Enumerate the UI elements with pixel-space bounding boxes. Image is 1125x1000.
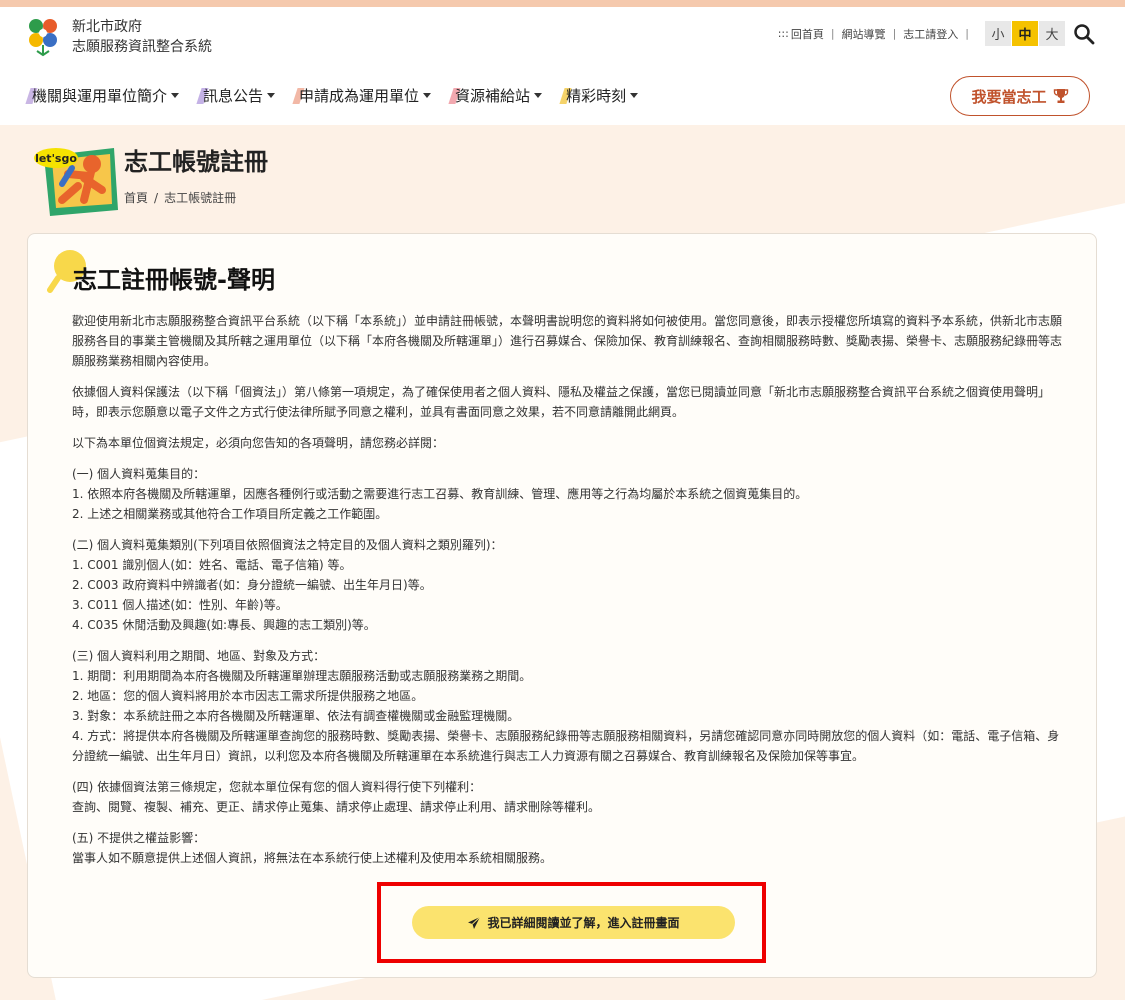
- site-logo[interactable]: 新北市政府 志願服務資訊整合系統: [26, 17, 212, 57]
- caret-down-icon: [171, 93, 180, 98]
- section-usage: (三) 個人資料利用之期間、地區、對象及方式： 1. 期間：利用期間為本府各機關…: [72, 646, 1062, 766]
- page-title: 志工帳號註冊: [124, 148, 268, 176]
- section-heading: (一) 個人資料蒐集目的：: [72, 467, 206, 481]
- breadcrumb-current: 志工帳號註冊: [164, 191, 237, 205]
- breadcrumb-home-link[interactable]: 首頁: [124, 191, 148, 205]
- become-volunteer-button[interactable]: 我要當志工: [950, 76, 1090, 116]
- nav-item-highlights[interactable]: 精彩時刻: [562, 85, 639, 106]
- font-size-medium-button[interactable]: 中: [1012, 21, 1038, 46]
- section-line: 2. C003 政府資料中辨識者(如：身分證統一編號、出生年月日)等。: [72, 578, 432, 592]
- caret-down-icon: [534, 93, 543, 98]
- section-line: 1. 期間：利用期間為本府各機關及所轄運單辦理志願服務活動或志願服務業務之期間。: [72, 669, 532, 683]
- logo-system-name: 志願服務資訊整合系統: [72, 39, 212, 55]
- page-header: let'sgo 志工帳號註冊 首頁 / 志工帳號註冊: [32, 138, 268, 218]
- section-categories: (二) 個人資料蒐集類別(下列項目依照個資法之特定目的及個人資料之類別羅列)： …: [72, 535, 1062, 635]
- lets-go-logo: let'sgo: [34, 148, 118, 216]
- main-nav: 機關與運用單位簡介 訊息公告 申請成為運用單位 資源補給站 精彩時刻: [28, 85, 658, 106]
- section-impact: (五) 不提供之權益影響： 當事人如不願意提供上述個人資訊，將無法在本系統行使上…: [72, 828, 1062, 868]
- section-heading: (二) 個人資料蒐集類別(下列項目依照個資法之特定目的及個人資料之類別羅列)：: [72, 538, 503, 552]
- paper-plane-icon: [468, 916, 481, 929]
- section-line: 4. C035 休閒活動及興趣(如:專長、興趣的志工類別)等。: [72, 618, 376, 632]
- section-heading: (五) 不提供之權益影響：: [72, 831, 206, 845]
- utility-links: ::: 回首頁 | 網站導覽 | 志工請登入 | 小 中 大: [778, 21, 1095, 46]
- nav-item-agency-intro[interactable]: 機關與運用單位簡介: [28, 85, 180, 106]
- section-heading: (三) 個人資料利用之期間、地區、對象及方式：: [72, 649, 326, 663]
- breadcrumb: 首頁 / 志工帳號註冊: [124, 191, 237, 205]
- section-line: 3. C011 個人描述(如：性別、年齡)等。: [72, 598, 288, 612]
- section-heading: (四) 依據個資法第三條規定，您就本單位保有您的個人資料得行使下列權利：: [72, 780, 482, 794]
- sitemap-link[interactable]: 網站導覽: [842, 26, 886, 42]
- notice-paragraph: 以下為本單位個資法規定，必須向您告知的各項聲明，請您務必詳閱：: [72, 436, 445, 450]
- section-rights: (四) 依據個資法第三條規定，您就本單位保有您的個人資料得行使下列權利： 查詢、…: [72, 777, 1062, 817]
- section-purpose: (一) 個人資料蒐集目的： 1. 依照本府各機關及所轄運單，因應各種例行或活動之…: [72, 464, 1062, 524]
- statement-content: 歡迎使用新北市志願服務整合資訊平台系統（以下稱「本系統」）並申請註冊帳號，本聲明…: [72, 311, 1062, 879]
- section-line: 4. 方式：將提供本府各機關及所轄運單查詢您的服務時數、獎勵表揚、榮譽卡、志願服…: [72, 729, 1060, 763]
- proceed-to-register-button[interactable]: 我已詳細閱讀並了解，進入註冊畫面: [412, 906, 735, 939]
- logo-mark-icon: [29, 19, 57, 57]
- top-accent-bar: [0, 0, 1125, 7]
- caret-down-icon: [267, 93, 276, 98]
- font-size-switcher: 小 中 大: [984, 21, 1065, 46]
- logo-city-name: 新北市政府: [72, 19, 142, 35]
- font-size-large-button[interactable]: 大: [1039, 21, 1065, 46]
- search-icon[interactable]: [1073, 23, 1095, 45]
- section-line: 1. 依照本府各機關及所轄運單，因應各種例行或活動之需要進行志工召募、教育訓練、…: [72, 487, 808, 501]
- volunteer-login-link[interactable]: 志工請登入: [903, 26, 958, 42]
- caret-down-icon: [630, 93, 639, 98]
- legal-paragraph: 依據個人資料保護法（以下稱「個資法」）第八條第一項規定，為了確保使用者之個人資料…: [72, 385, 1051, 419]
- section-line: 1. C001 識別個人(如：姓名、電話、電子信箱) 等。: [72, 558, 352, 572]
- home-link[interactable]: 回首頁: [791, 26, 824, 42]
- nav-item-announcements[interactable]: 訊息公告: [199, 85, 276, 106]
- intro-paragraph: 歡迎使用新北市志願服務整合資訊平台系統（以下稱「本系統」）並申請註冊帳號，本聲明…: [72, 314, 1063, 368]
- lets-go-text: let'sgo: [35, 152, 77, 165]
- section-line: 當事人如不願意提供上述個人資訊，將無法在本系統行使上述權利及使用本系統相關服務。: [72, 851, 553, 865]
- trophy-icon: [1053, 89, 1068, 103]
- accesskey-marker: :::: [777, 27, 789, 40]
- section-line: 2. 地區：您的個人資料將用於本市因志工需求所提供服務之地區。: [72, 689, 424, 703]
- nav-item-resources[interactable]: 資源補給站: [451, 85, 543, 106]
- nav-item-apply-unit[interactable]: 申請成為運用單位: [295, 85, 432, 106]
- section-line: 2. 上述之相關業務或其他符合工作項目所定義之工作範圍。: [72, 507, 388, 521]
- section-line: 3. 對象：本系統註冊之本府各機關及所轄運單、依法有調查權機關或金融監理機關。: [72, 709, 520, 723]
- section-line: 查詢、閱覽、複製、補充、更正、請求停止蒐集、請求停止處理、請求停止利用、請求刪除…: [72, 800, 601, 814]
- caret-down-icon: [423, 93, 432, 98]
- statement-title: 志工註冊帳號-聲明: [73, 266, 275, 294]
- font-size-small-button[interactable]: 小: [985, 21, 1011, 46]
